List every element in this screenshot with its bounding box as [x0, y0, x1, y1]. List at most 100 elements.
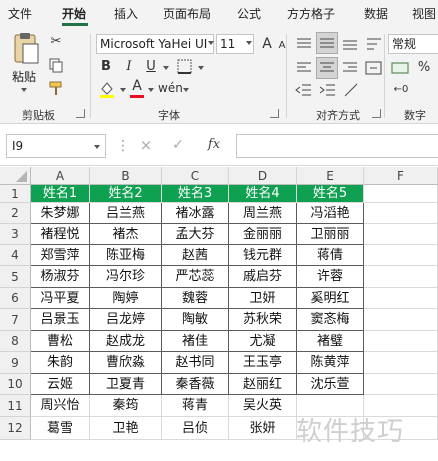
name-box[interactable]: I9 [6, 134, 106, 158]
merge-center-icon[interactable] [364, 60, 384, 76]
cell[interactable]: 沈乐萱 [297, 374, 364, 395]
cell[interactable] [364, 331, 438, 352]
cell[interactable]: 赵茜 [162, 245, 229, 266]
header-cell[interactable]: 姓名3 [162, 185, 229, 203]
column-header[interactable]: C [162, 167, 229, 185]
align-middle-button[interactable] [316, 32, 338, 54]
column-header[interactable]: A [31, 167, 90, 185]
tab-insert[interactable]: 插入 [114, 5, 138, 22]
row-header[interactable]: 6 [0, 288, 31, 309]
cell[interactable]: 冯平夏 [31, 288, 90, 309]
formula-input[interactable] [236, 134, 438, 158]
cell[interactable]: 吕侦 [162, 417, 229, 440]
cell[interactable]: 褚璧 [297, 331, 364, 352]
cell[interactable]: 褚杰 [90, 224, 162, 245]
font-name-combo[interactable]: Microsoft YaHei UI [96, 34, 214, 54]
cell[interactable]: 吕兰燕 [90, 203, 162, 224]
cell[interactable]: 冯尔珍 [90, 266, 162, 288]
cell[interactable]: 卫艳 [90, 417, 162, 440]
cell[interactable]: 陈黄萍 [297, 352, 364, 374]
italic-button[interactable]: I [121, 59, 137, 75]
cell[interactable]: 卫夏青 [90, 374, 162, 395]
phonetic-guide-icon[interactable]: wén [158, 80, 183, 96]
cell[interactable] [364, 288, 438, 309]
cell[interactable] [364, 224, 438, 245]
cell[interactable]: 卫妍 [229, 288, 297, 309]
cell[interactable]: 吕景玉 [31, 309, 90, 331]
cell[interactable]: 卫丽丽 [297, 224, 364, 245]
cell[interactable]: 窦忞梅 [297, 309, 364, 331]
alignment-launcher-icon[interactable] [372, 109, 381, 118]
cell[interactable]: 赵书同 [162, 352, 229, 374]
row-header[interactable]: 9 [0, 352, 31, 374]
cell[interactable]: 陶婷 [90, 288, 162, 309]
cell[interactable]: 魏蓉 [162, 288, 229, 309]
cell[interactable]: 赵丽红 [229, 374, 297, 395]
font-color-icon[interactable]: A [130, 78, 144, 94]
column-header[interactable]: D [229, 167, 297, 185]
cell[interactable]: 褚程悦 [31, 224, 90, 245]
cell[interactable]: 曹松 [31, 331, 90, 352]
row-header[interactable]: 3 [0, 224, 31, 245]
cell[interactable]: 严芯蕊 [162, 266, 229, 288]
cell[interactable]: 陈亚梅 [90, 245, 162, 266]
cut-icon[interactable]: ✂ [48, 34, 64, 50]
text-orientation-icon[interactable] [342, 82, 362, 98]
cell[interactable]: 王玉亭 [229, 352, 297, 374]
cell[interactable]: 金丽丽 [229, 224, 297, 245]
row-header[interactable]: 10 [0, 374, 31, 395]
cell[interactable]: 吴火英 [229, 395, 297, 417]
borders-icon[interactable] [176, 58, 194, 76]
cell[interactable]: 周兴怡 [31, 395, 90, 417]
row-header[interactable]: 12 [0, 417, 31, 440]
underline-dropdown-icon[interactable] [163, 66, 169, 70]
enter-icon[interactable]: ✓ [170, 137, 186, 153]
select-all-corner[interactable] [0, 167, 31, 185]
header-cell[interactable]: 姓名2 [90, 185, 162, 203]
cell[interactable]: 朱韵 [31, 352, 90, 374]
row-header[interactable]: 1 [0, 185, 31, 203]
clipboard-launcher-icon[interactable] [76, 109, 85, 118]
cell[interactable]: 孟大芬 [162, 224, 229, 245]
font-launcher-icon[interactable] [270, 109, 279, 118]
font-size-dropdown-icon[interactable] [246, 41, 252, 45]
font-name-dropdown-icon[interactable] [208, 41, 214, 45]
cell[interactable]: 张妍 [229, 417, 297, 440]
cell[interactable]: 蒋倩 [297, 245, 364, 266]
paste-button[interactable] [10, 32, 40, 66]
cell[interactable]: 秦筠 [90, 395, 162, 417]
cell[interactable]: 蒋青 [162, 395, 229, 417]
cell[interactable]: 曹欣淼 [90, 352, 162, 374]
cell[interactable] [364, 374, 438, 395]
bold-button[interactable]: B [98, 59, 114, 75]
cell[interactable]: 戚启芬 [229, 266, 297, 288]
cell[interactable]: 葛雪 [31, 417, 90, 440]
borders-dropdown-icon[interactable] [198, 66, 204, 70]
cell[interactable] [364, 203, 438, 224]
cell[interactable]: 吕龙婷 [90, 309, 162, 331]
grow-font-icon[interactable]: A [260, 36, 274, 52]
fill-color-dropdown-icon[interactable] [120, 88, 126, 92]
cell[interactable]: 陶敏 [162, 309, 229, 331]
wrap-text-icon[interactable] [364, 36, 384, 52]
increase-indent-icon[interactable] [318, 82, 338, 98]
cancel-icon[interactable]: × [138, 137, 154, 153]
fill-color-icon[interactable] [98, 80, 116, 98]
align-bottom-icon[interactable] [340, 36, 360, 52]
cell[interactable] [364, 309, 438, 331]
cell[interactable]: 赵成龙 [90, 331, 162, 352]
cell[interactable]: 许蓉 [297, 266, 364, 288]
row-header[interactable]: 7 [0, 309, 31, 331]
cell[interactable]: 尤凝 [229, 331, 297, 352]
cell[interactable]: 褚佳 [162, 331, 229, 352]
align-top-icon[interactable] [294, 36, 314, 52]
tab-home[interactable]: 开始 [62, 5, 86, 22]
copy-icon[interactable] [48, 57, 64, 73]
row-header[interactable]: 11 [0, 395, 31, 417]
row-header[interactable]: 2 [0, 203, 31, 224]
percent-style-icon[interactable]: % [416, 60, 432, 76]
column-header[interactable]: E [297, 167, 364, 185]
phonetic-dropdown-icon[interactable] [183, 88, 189, 92]
row-header[interactable]: 4 [0, 245, 31, 266]
cell[interactable]: 朱梦娜 [31, 203, 90, 224]
